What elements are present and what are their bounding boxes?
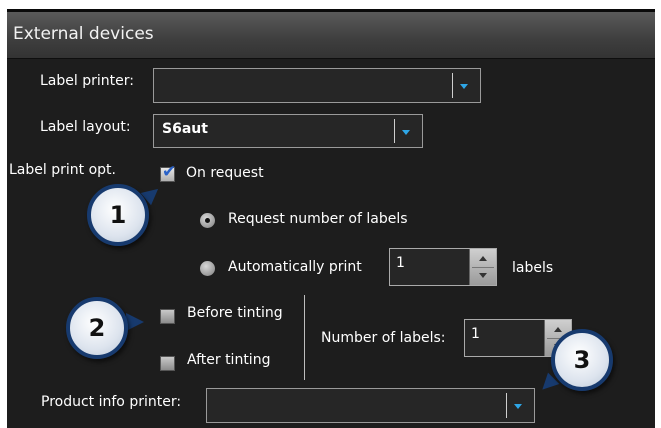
before-tinting-label: Before tinting <box>187 305 283 321</box>
arrow-down-icon[interactable] <box>479 273 487 278</box>
before-tinting-checkbox[interactable] <box>160 309 175 324</box>
spinner-buttons[interactable] <box>469 249 496 285</box>
label-print-opt-label: Label print opt. <box>9 162 116 178</box>
auto-print-radio[interactable] <box>200 261 215 276</box>
after-tinting-checkbox[interactable] <box>160 356 175 371</box>
request-number-label: Request number of labels <box>228 211 408 227</box>
callout-2-pointer <box>126 313 144 331</box>
chevron-down-icon[interactable] <box>460 84 468 89</box>
panel-title: External devices <box>13 24 154 44</box>
checkmark-icon: ✔ <box>162 162 177 182</box>
callout-1-badge: 1 <box>87 184 149 246</box>
arrow-up-icon[interactable] <box>479 256 487 261</box>
label-printer-dropdown[interactable] <box>153 68 481 103</box>
on-request-checkbox[interactable]: ✔ <box>160 162 177 182</box>
request-number-radio[interactable] <box>200 213 215 228</box>
arrow-up-icon[interactable] <box>554 327 562 332</box>
label-layout-value: S6aut <box>162 121 208 137</box>
number-of-labels-value: 1 <box>471 326 480 342</box>
product-info-printer-dropdown[interactable] <box>206 388 535 423</box>
chevron-down-icon[interactable] <box>514 404 522 409</box>
chevron-down-icon[interactable] <box>402 130 410 135</box>
on-request-label: On request <box>186 165 264 181</box>
spinner-divider <box>472 267 494 268</box>
auto-print-count-value: 1 <box>396 255 405 271</box>
after-tinting-label: After tinting <box>187 352 271 368</box>
panel-header: External devices <box>7 12 655 59</box>
product-info-printer-label: Product info printer: <box>41 394 182 410</box>
number-of-labels-label: Number of labels: <box>321 330 446 346</box>
labels-unit-label: labels <box>512 260 554 276</box>
callout-2-badge: 2 <box>66 297 128 359</box>
dropdown-separator <box>394 119 395 143</box>
label-printer-label: Label printer: <box>40 73 134 89</box>
dropdown-separator <box>506 393 507 418</box>
auto-print-count-stepper[interactable]: 1 <box>389 248 497 286</box>
auto-print-label: Automatically print <box>228 259 362 275</box>
dropdown-separator <box>452 73 453 98</box>
label-layout-label: Label layout: <box>40 119 131 135</box>
callout-3-badge: 3 <box>551 329 613 391</box>
tinting-divider <box>304 295 305 380</box>
label-layout-dropdown[interactable]: S6aut <box>153 114 423 148</box>
